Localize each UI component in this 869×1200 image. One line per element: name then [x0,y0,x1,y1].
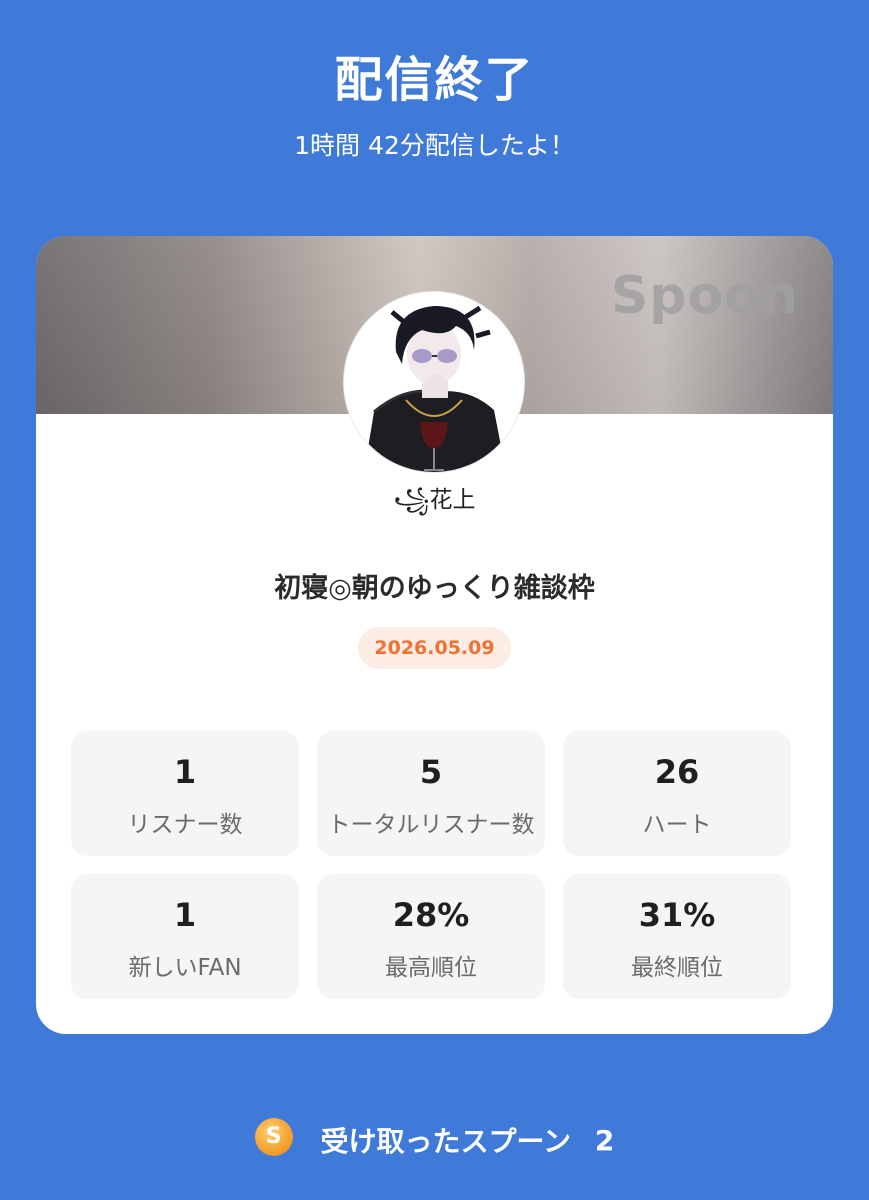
stat-label: リスナー数 [127,812,243,838]
broadcast-duration: 1時間 42分配信したよ！ [294,131,575,160]
stat-value: 31% [638,896,716,934]
stats-grid: 1 リスナー数 5 トータルリスナー数 26 ハート 1 新しいFAN 28% … [71,731,791,999]
live-summary-card: Spoon ꧁花上 初寝◎朝のゆっくり雑談枠 2026.05.09 1 リスナー… [36,236,833,1034]
stat-label: 最高順位 [385,955,477,981]
stat-value: 1 [173,896,197,934]
stat-listeners: 1 リスナー数 [71,731,299,856]
stat-hearts: 26 ハート [563,731,791,856]
stat-new-fans: 1 新しいFAN [71,874,299,999]
stat-value: 26 [654,753,700,791]
spoon-logo: Spoon [610,266,799,326]
live-ended-screen: 配信終了 1時間 42分配信したよ！ Spoon ꧁花上 初寝◎朝のゆっくり雑談… [0,0,869,1200]
stat-total-listeners: 5 トータルリスナー数 [317,731,545,856]
date-container: 2026.05.09 [36,627,833,669]
stat-value: 28% [392,896,470,934]
avatar-image [344,292,524,472]
stat-label: ハート [642,812,712,838]
stat-value: 5 [419,753,443,791]
spoon-coin-icon: S [254,1118,293,1156]
username[interactable]: ꧁花上 [36,480,833,529]
stat-label: 最終順位 [631,955,723,981]
spoons-count: 2 [594,1123,615,1157]
stat-final-rank: 31% 最終順位 [563,874,791,999]
page-title: 配信終了 [334,52,535,108]
avatar[interactable] [344,292,524,472]
spoons-label: 受け取ったスプーン [320,1125,572,1158]
live-title: 初寝◎朝のゆっくり雑談枠 [274,573,595,604]
stat-highest-rank: 28% 最高順位 [317,874,545,999]
spoons-received[interactable]: S 受け取ったスプーン 2 [0,1118,869,1160]
stat-value: 1 [173,753,197,791]
stat-label: トータルリスナー数 [327,812,535,838]
stat-label: 新しいFAN [128,955,242,981]
date-badge: 2026.05.09 [358,627,511,669]
